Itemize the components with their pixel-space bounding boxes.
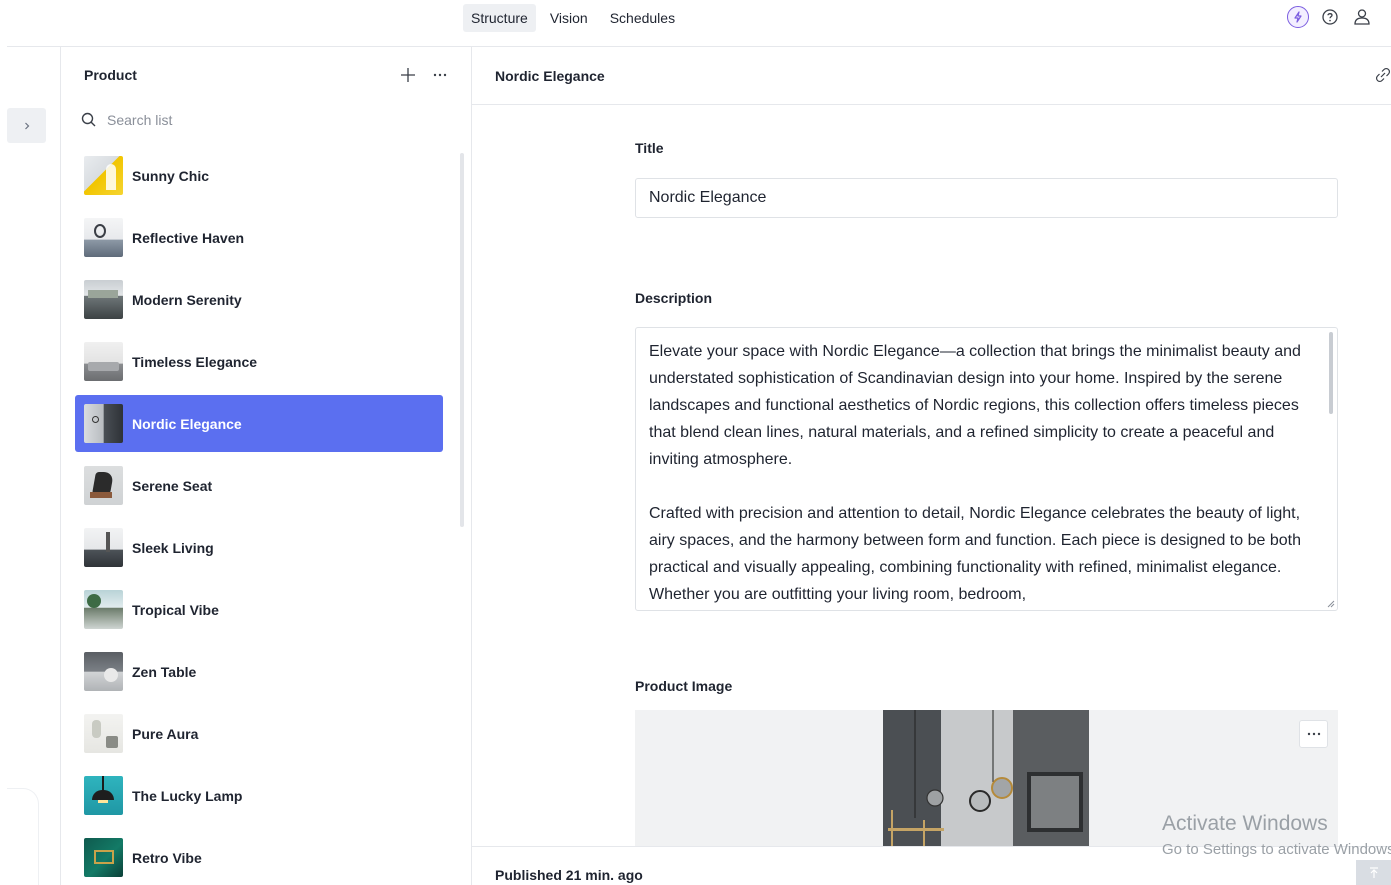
product-image-field[interactable] xyxy=(635,710,1338,860)
document-pane: Nordic Elegance Title Description Elevat… xyxy=(472,47,1391,885)
top-nav-tabs: Structure Vision Schedules xyxy=(463,4,683,32)
top-icons xyxy=(1287,6,1373,28)
ellipsis-icon[interactable] xyxy=(431,66,449,84)
product-list: Sunny Chic Reflective Haven Modern Seren… xyxy=(75,147,443,885)
publish-status: Published 21 min. ago xyxy=(495,867,643,883)
description-textarea[interactable]: Elevate your space with Nordic Elegance—… xyxy=(635,327,1338,611)
search-icon xyxy=(81,112,96,127)
description-paragraph: Elevate your space with Nordic Elegance—… xyxy=(649,343,1301,468)
title-label: Title xyxy=(635,140,664,156)
list-item-label: Zen Table xyxy=(132,663,197,680)
list-item-label: Nordic Elegance xyxy=(132,415,242,432)
title-input[interactable] xyxy=(635,178,1338,218)
list-item-zen-table[interactable]: Zen Table xyxy=(75,643,443,700)
tab-structure[interactable]: Structure xyxy=(463,4,536,32)
scroll-to-top-button[interactable] xyxy=(1356,860,1391,885)
list-item-sleek-living[interactable]: Sleek Living xyxy=(75,519,443,576)
rail-decoration xyxy=(7,788,39,885)
product-thumbnail xyxy=(84,714,123,753)
list-title: Product xyxy=(84,67,137,83)
list-item-label: The Lucky Lamp xyxy=(132,787,243,804)
product-image-label: Product Image xyxy=(635,678,733,694)
user-icon[interactable] xyxy=(1351,6,1373,28)
list-item-label: Tropical Vibe xyxy=(132,601,219,618)
top-bar: Structure Vision Schedules xyxy=(0,0,1391,35)
ellipsis-icon xyxy=(1307,732,1320,736)
link-icon[interactable] xyxy=(1375,67,1391,83)
list-item-modern-serenity[interactable]: Modern Serenity xyxy=(75,271,443,328)
product-thumbnail xyxy=(84,404,123,443)
list-item-serene-seat[interactable]: Serene Seat xyxy=(75,457,443,514)
list-item-retro-vibe[interactable]: Retro Vibe xyxy=(75,829,443,885)
product-thumbnail xyxy=(84,838,123,877)
list-item-label: Sleek Living xyxy=(132,539,214,556)
list-item-nordic-elegance[interactable]: Nordic Elegance xyxy=(75,395,443,452)
list-item-label: Serene Seat xyxy=(132,477,213,494)
list-item-reflective-haven[interactable]: Reflective Haven xyxy=(75,209,443,266)
description-scrollbar[interactable] xyxy=(1329,332,1333,414)
list-item-timeless-elegance[interactable]: Timeless Elegance xyxy=(75,333,443,390)
list-item-the-lucky-lamp[interactable]: The Lucky Lamp xyxy=(75,767,443,824)
image-options-button[interactable] xyxy=(1299,720,1328,748)
product-thumbnail xyxy=(84,342,123,381)
list-item-label: Pure Aura xyxy=(132,725,199,742)
list-item-label: Retro Vibe xyxy=(132,849,202,866)
list-scrollbar[interactable] xyxy=(460,153,464,527)
list-actions xyxy=(399,66,449,84)
bolt-icon[interactable] xyxy=(1287,6,1309,28)
arrow-up-icon xyxy=(1369,866,1378,878)
product-list-pane: Product Sunny Chic Reflective Haven Mode… xyxy=(61,47,472,885)
tab-schedules[interactable]: Schedules xyxy=(602,4,683,32)
plus-icon[interactable] xyxy=(399,66,417,84)
list-item-tropical-vibe[interactable]: Tropical Vibe xyxy=(75,581,443,638)
product-thumbnail xyxy=(84,156,123,195)
document-header: Nordic Elegance xyxy=(472,47,1391,105)
activation-watermark-title: Activate Windows xyxy=(1162,812,1328,835)
product-thumbnail xyxy=(84,528,123,567)
help-icon[interactable] xyxy=(1319,6,1341,28)
list-item-label: Reflective Haven xyxy=(132,229,245,246)
document-title: Nordic Elegance xyxy=(495,68,605,84)
left-rail xyxy=(0,47,61,885)
activation-watermark-subtitle: Go to Settings to activate Windows. xyxy=(1162,841,1391,858)
product-thumbnail xyxy=(84,280,123,319)
list-item-pure-aura[interactable]: Pure Aura xyxy=(75,705,443,762)
product-thumbnail xyxy=(84,652,123,691)
expand-sidebar-button[interactable] xyxy=(7,108,46,143)
product-thumbnail xyxy=(84,218,123,257)
product-image xyxy=(883,710,1089,860)
list-item-label: Sunny Chic xyxy=(132,167,210,184)
list-item-sunny-chic[interactable]: Sunny Chic xyxy=(75,147,443,204)
resize-grip-icon[interactable] xyxy=(1326,599,1335,608)
list-item-label: Timeless Elegance xyxy=(132,353,258,370)
search-input[interactable] xyxy=(107,112,407,128)
product-thumbnail xyxy=(84,466,123,505)
product-thumbnail xyxy=(84,776,123,815)
list-item-label: Modern Serenity xyxy=(132,291,242,308)
tab-vision[interactable]: Vision xyxy=(542,4,596,32)
product-thumbnail xyxy=(84,590,123,629)
list-search xyxy=(81,107,441,133)
chevron-right-icon xyxy=(24,122,29,129)
description-label: Description xyxy=(635,290,713,306)
description-paragraph: Crafted with precision and attention to … xyxy=(649,505,1301,603)
